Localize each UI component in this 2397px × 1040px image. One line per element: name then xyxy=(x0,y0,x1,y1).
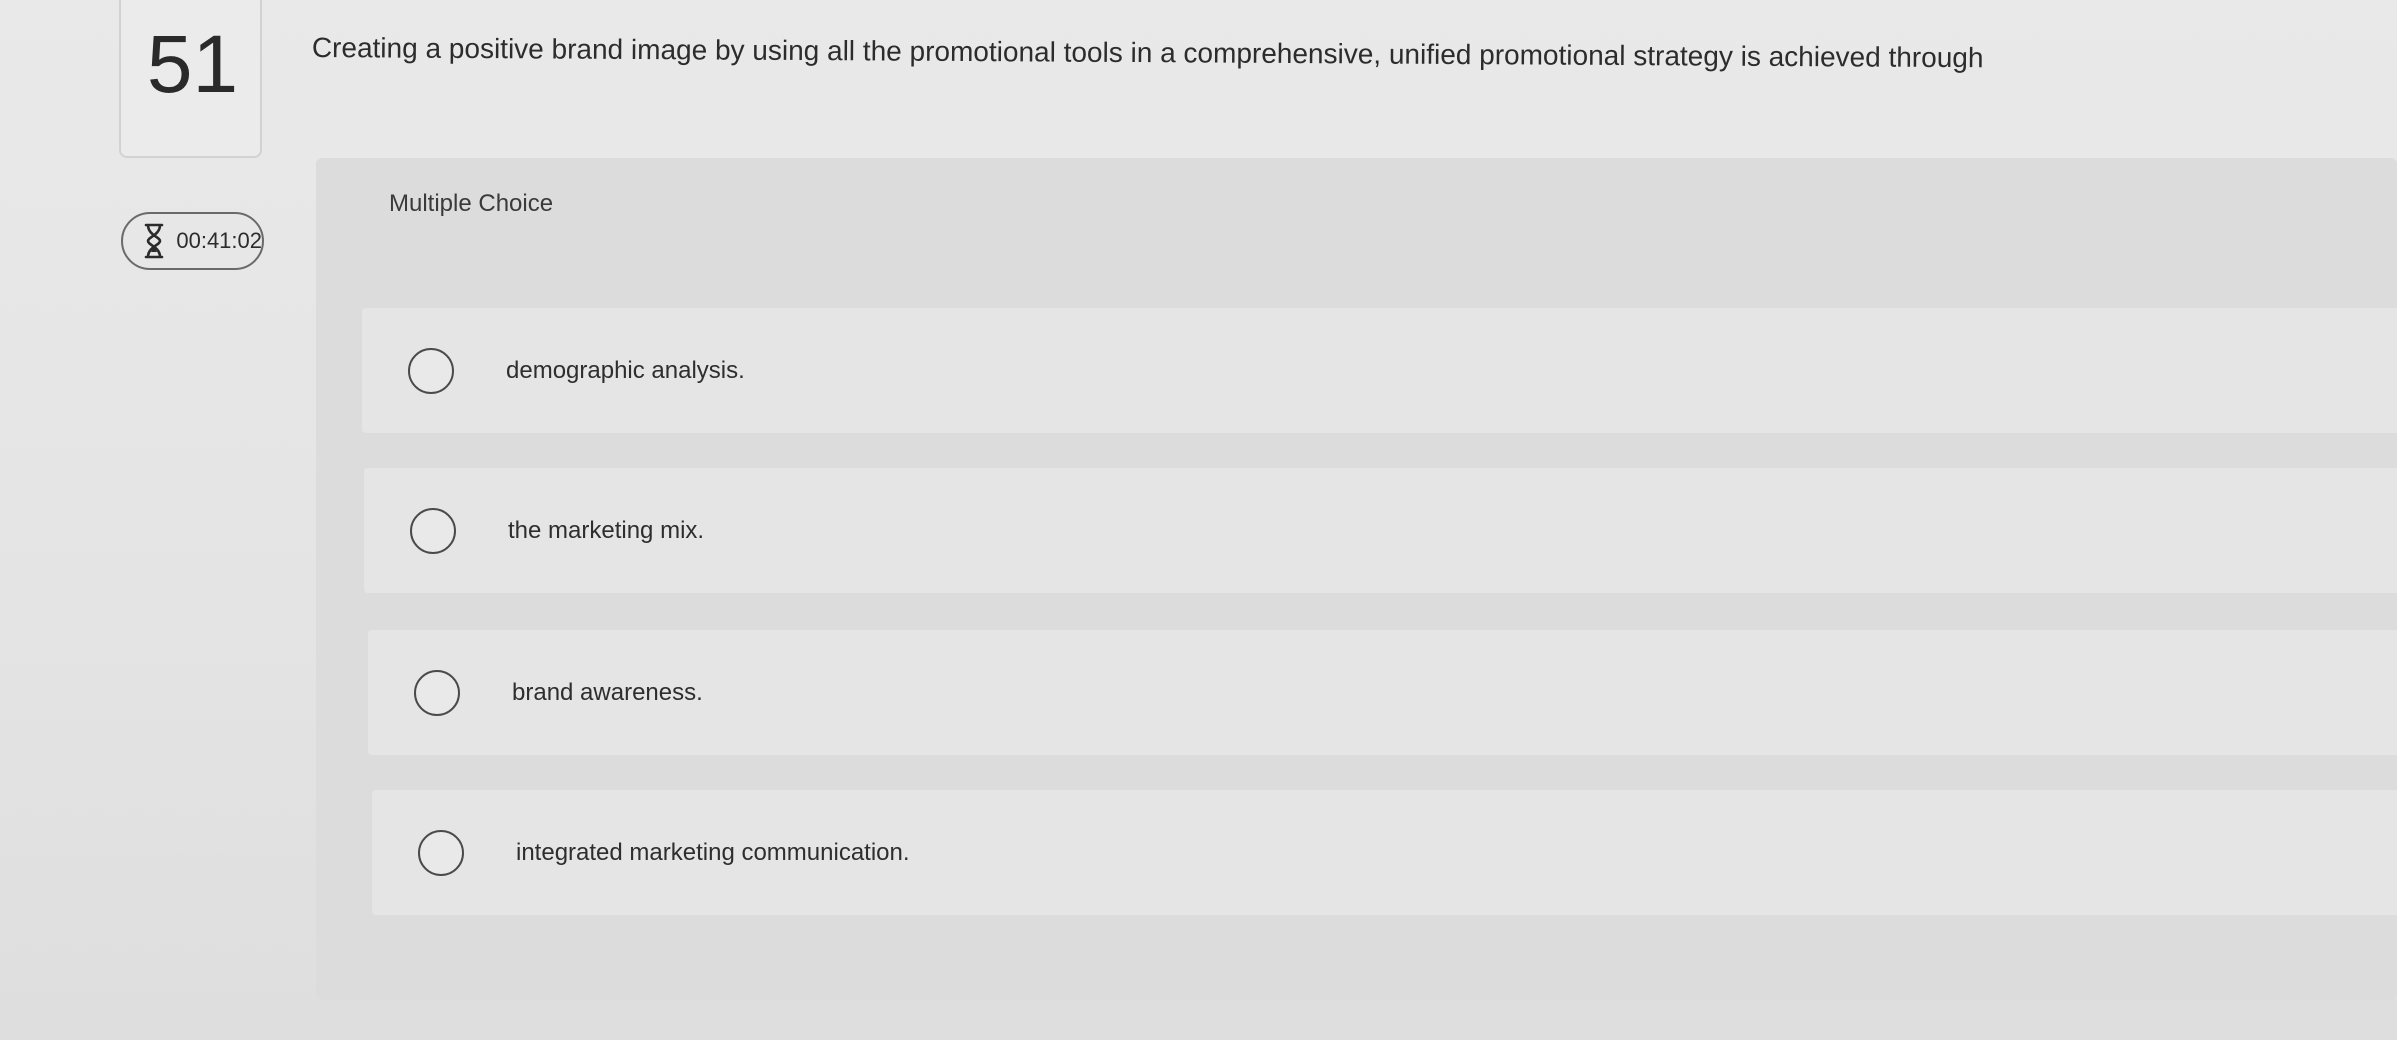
option-b[interactable]: the marketing mix. xyxy=(364,468,2397,593)
option-d[interactable]: integrated marketing communication. xyxy=(372,790,2397,915)
question-type-label: Multiple Choice xyxy=(389,190,554,217)
radio-button[interactable] xyxy=(414,669,460,716)
radio-button[interactable] xyxy=(410,507,456,554)
option-a[interactable]: demographic analysis. xyxy=(362,308,2397,433)
timer-value: 00:41:02 xyxy=(176,228,262,253)
option-label: integrated marketing communication. xyxy=(516,838,910,866)
option-label: demographic analysis. xyxy=(506,356,745,384)
hourglass-icon xyxy=(141,221,166,261)
timer-badge[interactable]: 00:41:02 xyxy=(121,212,264,270)
question-number-box: 51 xyxy=(119,0,262,158)
radio-button[interactable] xyxy=(408,347,454,394)
question-number: 51 xyxy=(146,19,239,110)
option-c[interactable]: brand awareness. xyxy=(368,630,2397,755)
option-label: brand awareness. xyxy=(512,678,703,706)
radio-button[interactable] xyxy=(418,829,464,876)
option-label: the marketing mix. xyxy=(508,516,705,544)
question-text: Creating a positive brand image by using… xyxy=(311,31,1984,74)
